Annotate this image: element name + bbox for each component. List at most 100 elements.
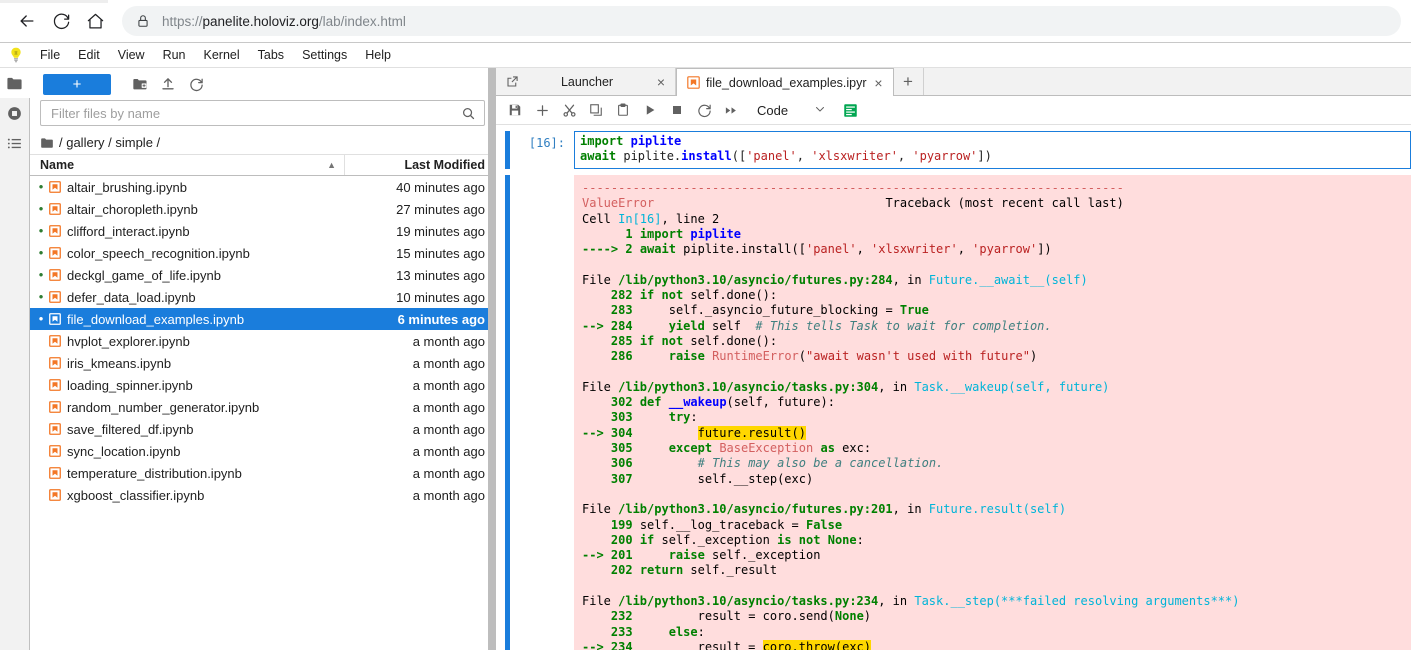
browser-back-button[interactable] [10, 4, 44, 38]
notebook-cell-input[interactable]: [16]: import piplite await piplite.insta… [496, 131, 1411, 169]
notebook-content[interactable]: [16]: import piplite await piplite.insta… [496, 125, 1411, 650]
breadcrumb[interactable]: / gallery / simple / [30, 131, 495, 154]
file-list-item[interactable]: loading_spinner.ipynb a month ago [30, 374, 495, 396]
file-browser-scrollbar[interactable] [488, 68, 495, 650]
restart-icon[interactable] [691, 98, 717, 122]
menu-help[interactable]: Help [356, 45, 400, 66]
file-name: clifford_interact.ipynb [67, 223, 190, 239]
stop-icon[interactable] [664, 98, 690, 122]
save-icon[interactable] [502, 98, 528, 122]
file-list-item[interactable]: random_number_generator.ipynb a month ago [30, 396, 495, 418]
notebook-file-icon [46, 379, 64, 391]
cell-input-editor[interactable]: import piplite await piplite.install(['p… [574, 131, 1411, 169]
refresh-icon[interactable] [183, 72, 209, 96]
menu-view[interactable]: View [109, 45, 154, 66]
add-cell-icon[interactable] [529, 98, 555, 122]
menu-file[interactable]: File [31, 45, 69, 66]
notebook-file-icon [46, 335, 64, 347]
tab-launcher-label: Launcher [560, 74, 614, 89]
tab-launcher-close-icon[interactable]: × [655, 75, 667, 89]
kernel-status-icon[interactable] [843, 103, 858, 118]
notebook-cell-output[interactable]: ----------------------------------------… [496, 175, 1411, 650]
file-browser-panel: + / gallery / simple / [30, 68, 496, 650]
file-name: loading_spinner.ipynb [67, 377, 193, 393]
notebook-file-icon [46, 203, 64, 215]
column-header-name-label: Name [40, 157, 75, 172]
tab-notebook-close-icon[interactable]: × [873, 76, 885, 90]
column-header-last-modified[interactable]: Last Modified [345, 158, 495, 172]
new-tab-button[interactable]: + [893, 68, 924, 95]
menu-edit[interactable]: Edit [69, 45, 109, 66]
menu-tabs[interactable]: Tabs [249, 45, 293, 66]
column-header-name[interactable]: Name ▲ [40, 155, 345, 175]
error-output-area: ----------------------------------------… [574, 175, 1411, 650]
running-indicator-dot: • [38, 245, 44, 260]
file-list-item[interactable]: • file_download_examples.ipynb 6 minutes a… [30, 308, 495, 330]
file-browser-toolbar: + [30, 68, 495, 100]
file-name: color_speech_recognition.ipynb [67, 245, 250, 261]
file-list-item[interactable]: • altair_choropleth.ipynb 27 minutes ago [30, 198, 495, 220]
file-list-item[interactable]: iris_kmeans.ipynb a month ago [30, 352, 495, 374]
launcher-icon [506, 75, 519, 88]
jupyter-shell: + / gallery / simple / [0, 68, 1411, 650]
svg-text:π: π [14, 51, 18, 57]
running-indicator-dot: • [38, 267, 44, 282]
file-list-item[interactable]: save_filtered_df.ipynb a month ago [30, 418, 495, 440]
browser-reload-button[interactable] [44, 4, 78, 38]
fast-forward-icon[interactable] [718, 98, 744, 122]
run-icon[interactable] [637, 98, 663, 122]
url-path: /lab/index.html [318, 13, 406, 29]
file-name: altair_choropleth.ipynb [67, 201, 198, 217]
file-list-header: Name ▲ Last Modified [30, 154, 495, 176]
sidebar-item-file-browser[interactable] [0, 68, 31, 98]
file-list-item[interactable]: • color_speech_recognition.ipynb 15 minute… [30, 242, 495, 264]
file-modified: a month ago [412, 443, 485, 459]
file-name: iris_kmeans.ipynb [67, 355, 172, 371]
chevron-down-icon [814, 103, 826, 118]
sidebar-item-table-of-contents[interactable] [0, 128, 30, 158]
notebook-file-icon [46, 269, 64, 281]
jupyterlite-lightbulb-icon: π [5, 44, 27, 66]
new-folder-icon[interactable] [127, 72, 153, 96]
file-list-item[interactable]: • deckgl_game_of_life.ipynb 13 minutes ago [30, 264, 495, 286]
file-modified: 10 minutes ago [396, 289, 485, 305]
file-list-item[interactable]: hvplot_explorer.ipynb a month ago [30, 330, 495, 352]
notebook-file-icon [46, 467, 64, 479]
file-list[interactable]: • altair_brushing.ipynb 40 minutes ago • alt… [30, 176, 495, 650]
lock-icon [136, 14, 150, 28]
file-list-item[interactable]: temperature_distribution.ipynb a month ag… [30, 462, 495, 484]
browser-chrome: https://panelite.holoviz.org/lab/index.h… [0, 0, 1411, 42]
tab-notebook[interactable]: file_download_examples.ipyr × [676, 68, 894, 96]
notebook-icon [687, 76, 700, 89]
dock-tab-bar: Launcher × file_download_examples.ipyr ×… [496, 68, 1411, 96]
file-name: deckgl_game_of_life.ipynb [67, 267, 221, 283]
menu-kernel[interactable]: Kernel [195, 45, 249, 66]
paste-icon[interactable] [610, 98, 636, 122]
url-host: panelite.holoviz.org [202, 13, 319, 29]
cell-type-select[interactable]: Code [757, 103, 832, 118]
file-name: random_number_generator.ipynb [67, 399, 260, 415]
file-modified: a month ago [412, 399, 485, 415]
browser-home-button[interactable] [78, 4, 112, 38]
tab-launcher[interactable]: Launcher × [496, 68, 676, 95]
file-list-item[interactable]: xgboost_classifier.ipynb a month ago [30, 484, 495, 506]
notebook-file-icon [46, 291, 64, 303]
file-list-item[interactable]: • altair_brushing.ipynb 40 minutes ago [30, 176, 495, 198]
sidebar-item-running-sessions[interactable] [0, 98, 30, 128]
upload-icon[interactable] [155, 72, 181, 96]
file-filter-box[interactable] [40, 100, 485, 126]
address-bar[interactable]: https://panelite.holoviz.org/lab/index.h… [122, 6, 1401, 36]
cut-icon[interactable] [556, 98, 582, 122]
file-name: altair_brushing.ipynb [67, 179, 187, 195]
menu-run[interactable]: Run [154, 45, 195, 66]
file-list-item[interactable]: sync_location.ipynb a month ago [30, 440, 495, 462]
filter-input[interactable] [49, 104, 461, 122]
tab-notebook-label: file_download_examples.ipyr [706, 75, 867, 90]
new-launcher-button[interactable]: + [43, 73, 111, 95]
menu-settings[interactable]: Settings [293, 45, 356, 66]
file-list-item[interactable]: • clifford_interact.ipynb 19 minutes ago [30, 220, 495, 242]
copy-icon[interactable] [583, 98, 609, 122]
file-list-item[interactable]: • defer_data_load.ipynb 10 minutes ago [30, 286, 495, 308]
breadcrumb-path: / gallery / simple / [59, 135, 161, 150]
url-scheme: https:// [162, 13, 203, 29]
